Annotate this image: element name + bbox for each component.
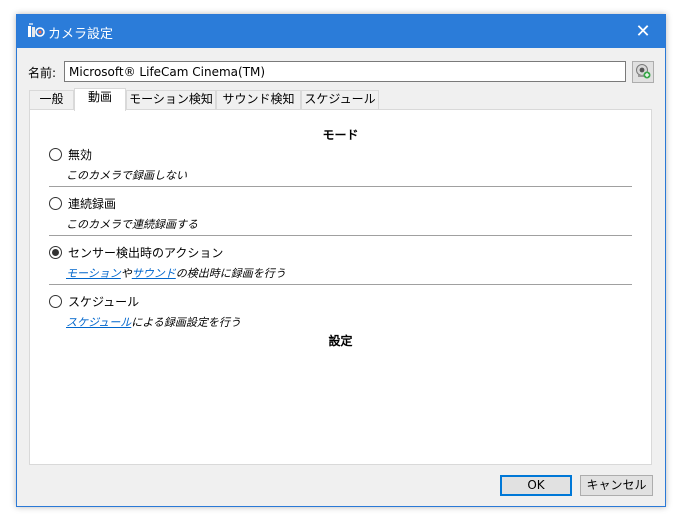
sensor-description: モーションやサウンドの検出時に録画を行う bbox=[66, 265, 286, 281]
radio-sensor-action[interactable]: センサー検出時のアクション bbox=[49, 244, 223, 260]
radio-label: 連続録画 bbox=[68, 196, 117, 211]
camera-settings-icon bbox=[27, 23, 45, 39]
name-label: 名前: bbox=[28, 66, 57, 80]
motion-link[interactable]: モーション bbox=[66, 267, 121, 280]
close-button[interactable]: ✕ bbox=[621, 15, 665, 48]
sound-link[interactable]: サウンド bbox=[132, 267, 176, 280]
ok-button[interactable]: OK bbox=[500, 475, 572, 496]
tab-bar: 一般 動画 モーション検知 サウンド検知 スケジュール bbox=[29, 88, 649, 111]
camera-settings-dialog: カメラ設定 ✕ 名前: 一般 動画 モーション検知 サウンド検知 スケジュール … bbox=[16, 14, 666, 507]
tab-motion-detection[interactable]: モーション検知 bbox=[126, 90, 216, 109]
radio-label: 無効 bbox=[68, 147, 93, 162]
continuous-description: このカメラで連続録画する bbox=[66, 218, 198, 231]
radio-label: センサー検出時のアクション bbox=[68, 245, 224, 260]
description-text: による録画設定を行う bbox=[131, 316, 241, 329]
camera-add-button[interactable] bbox=[632, 61, 654, 83]
window-title: カメラ設定 bbox=[48, 27, 114, 42]
radio-button[interactable] bbox=[49, 196, 62, 210]
tab-sound-detection[interactable]: サウンド検知 bbox=[216, 90, 301, 109]
tab-schedule[interactable]: スケジュール bbox=[301, 90, 379, 109]
divider bbox=[49, 235, 632, 236]
tab-general[interactable]: 一般 bbox=[29, 90, 74, 109]
description-text: の検出時に録画を行う bbox=[175, 267, 286, 280]
disabled-description: このカメラで録画しない bbox=[66, 169, 187, 182]
cancel-button[interactable]: キャンセル bbox=[580, 475, 653, 496]
radio-disabled[interactable]: 無効 bbox=[49, 146, 92, 162]
title-bar[interactable]: カメラ設定 ✕ bbox=[17, 15, 665, 48]
divider bbox=[49, 284, 632, 285]
tab-video[interactable]: 動画 bbox=[74, 88, 126, 111]
divider bbox=[49, 186, 632, 187]
settings-heading: 設定 bbox=[328, 334, 353, 348]
name-field[interactable] bbox=[64, 61, 626, 82]
description-text: や bbox=[120, 267, 132, 280]
mode-heading: モード bbox=[322, 128, 359, 142]
schedule-description: スケジュールによる録画設定を行う bbox=[66, 314, 241, 330]
video-tab-panel: モード 無効 このカメラで録画しない 連続録画 このカメラで連続録画する センサ… bbox=[29, 109, 652, 465]
radio-button[interactable] bbox=[49, 147, 62, 161]
radio-button-checked[interactable] bbox=[49, 245, 62, 259]
webcam-add-icon bbox=[635, 63, 651, 82]
radio-button[interactable] bbox=[49, 294, 62, 308]
radio-label: スケジュール bbox=[68, 294, 140, 309]
radio-continuous-recording[interactable]: 連続録画 bbox=[49, 195, 116, 211]
close-icon: ✕ bbox=[635, 21, 651, 42]
radio-schedule[interactable]: スケジュール bbox=[49, 293, 139, 309]
schedule-link[interactable]: スケジュール bbox=[66, 316, 131, 329]
